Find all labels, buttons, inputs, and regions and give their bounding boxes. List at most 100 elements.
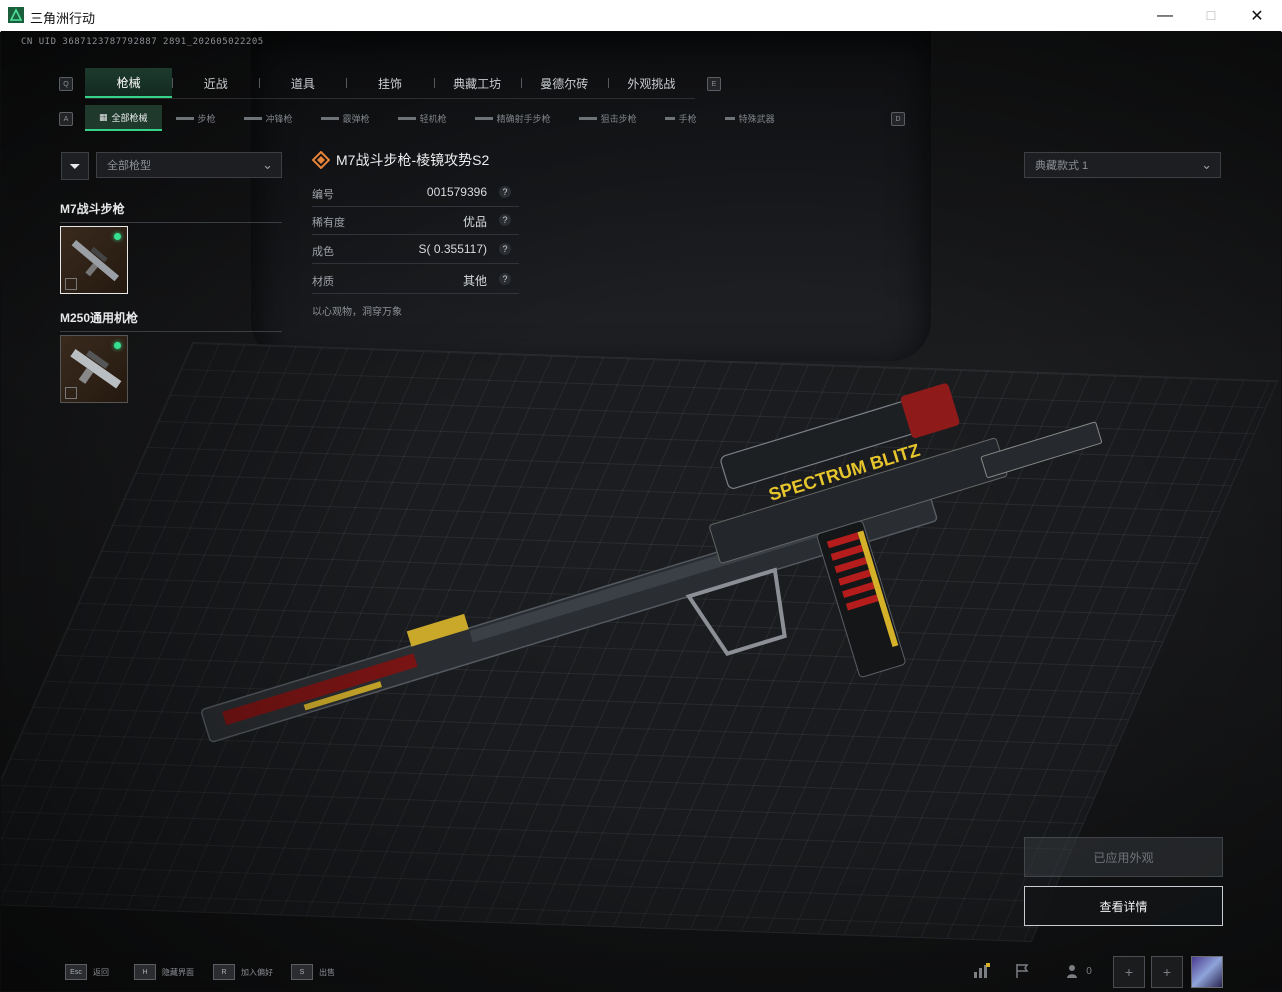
rifle-skin-preview: SPECTRUM BLITZ (200, 383, 1103, 743)
tab-mandel-brick[interactable]: 曼德尔砖 (520, 68, 608, 98)
applied-appearance-button[interactable]: 已应用外观 (1024, 837, 1223, 877)
skin-title: M7战斗步枪-棱镜攻势S2 (312, 150, 489, 170)
skin-description: 以心观物，洞穿万象 (312, 307, 402, 318)
attr-row-material: 材质 其他 ? (312, 267, 519, 294)
subtab-label: 特殊武器 (738, 113, 775, 124)
subtab-shotgun[interactable]: 霰弹枪 (307, 106, 384, 130)
collection-style-value: 典藏款式 1 (1035, 160, 1089, 172)
subtab-label: 狙击步枪 (600, 113, 637, 124)
key-r: R (213, 964, 235, 980)
subtab-rifle[interactable]: 步枪 (162, 106, 230, 130)
equipped-indicator (114, 342, 121, 349)
subtab-smg[interactable]: 冲锋枪 (230, 106, 307, 130)
subtab-dmr[interactable]: 精确射手步枪 (461, 106, 565, 130)
subtab-lmg[interactable]: 轻机枪 (384, 106, 461, 130)
tab-collection-workshop[interactable]: 典藏工坊 (433, 68, 521, 98)
dmr-icon (474, 116, 493, 120)
filter-button[interactable]: ⏷ (61, 152, 89, 180)
hint-add-favorite[interactable]: R 加入偏好 (213, 963, 273, 981)
attr-key: 稀有度 (312, 217, 345, 229)
image-icon (65, 387, 77, 399)
chevron-down-icon: ⌄ (1201, 157, 1212, 172)
special-weapon-icon (724, 116, 735, 120)
image-icon (65, 278, 77, 290)
hint-sell[interactable]: S 出售 (291, 963, 335, 981)
help-icon[interactable]: ? (499, 243, 511, 255)
window-titlebar: 三角洲行动 — ☐ ✕ (0, 0, 1282, 32)
sniper-icon (578, 116, 597, 120)
weapon-type-select[interactable]: 全部枪型 ⌄ (96, 152, 282, 178)
smg-icon (243, 116, 262, 120)
subtab-label: 轻机枪 (419, 113, 447, 124)
weapon-card-m7[interactable] (60, 226, 128, 294)
tab-melee[interactable]: 近战 (172, 68, 259, 98)
team-members-icon[interactable]: 0 (1059, 956, 1099, 986)
subtab-label: 步枪 (197, 113, 216, 124)
collection-style-select[interactable]: 典藏款式 1 ⌄ (1024, 152, 1221, 178)
subtab-pistol[interactable]: 手枪 (651, 106, 711, 130)
tab-charms[interactable]: 挂饰 (346, 68, 433, 98)
lmg-icon (397, 116, 416, 120)
group-title-m7: M7战斗步枪 (60, 200, 282, 223)
attr-value: 001579396 (426, 185, 487, 199)
players-count: 0 (1086, 965, 1092, 977)
weapon-card-m250[interactable] (60, 335, 128, 403)
maximize-button[interactable]: ☐ (1188, 0, 1234, 31)
subtab-label: 冲锋枪 (265, 113, 293, 124)
help-icon[interactable]: ? (499, 186, 511, 198)
tab-items[interactable]: 道具 (259, 68, 346, 98)
help-icon[interactable]: ? (499, 273, 511, 285)
hint-label: 隐藏界面 (162, 967, 194, 977)
close-button[interactable]: ✕ (1234, 0, 1280, 31)
game-viewport: SPECTRUM BLITZ CN UID 3687123787792887 2… (1, 31, 1281, 991)
hint-label: 加入偏好 (241, 967, 273, 977)
attr-key: 编号 (312, 189, 334, 201)
tab-guns[interactable]: 枪械 (85, 68, 173, 98)
add-slot-button[interactable]: + (1151, 956, 1183, 988)
weapon-type-select-value: 全部枪型 (107, 160, 151, 172)
pistol-icon (664, 116, 675, 120)
attr-value: 其他 (462, 274, 487, 288)
tab-appearance-challenge[interactable]: 外观挑战 (607, 68, 695, 98)
stats-icon[interactable] (967, 956, 997, 986)
subtab-label: 全部枪械 (111, 112, 148, 123)
subtab-label: 精确射手步枪 (496, 113, 551, 124)
subtab-special[interactable]: 特殊武器 (711, 106, 789, 130)
subtab-label: 手枪 (678, 113, 697, 124)
attr-row-rarity: 稀有度 优品 ? (312, 208, 519, 235)
attr-row-wear: 成色 S( 0.355117) ? (312, 237, 519, 264)
grid-icon: ▦ (99, 111, 108, 122)
subtab-label: 霰弹枪 (342, 113, 370, 124)
hint-hide-ui[interactable]: H 隐藏界面 (134, 963, 194, 981)
key-hint-e: E (707, 77, 721, 91)
flag-icon[interactable] (1007, 956, 1037, 986)
key-hint-d: D (891, 112, 905, 126)
view-details-button[interactable]: 查看详情 (1024, 886, 1223, 926)
attr-key: 材质 (312, 276, 334, 288)
attr-value: 优品 (462, 215, 487, 229)
filter-icon: ⏷ (69, 157, 81, 174)
key-s: S (291, 964, 313, 980)
key-hint-a: A (59, 112, 73, 126)
subtab-sniper[interactable]: 狙击步枪 (565, 106, 651, 130)
key-esc: Esc (65, 964, 87, 980)
shotgun-icon (320, 116, 339, 120)
rarity-diamond-icon (312, 151, 330, 169)
player-uid: CN UID 3687123787792887 2891_20260502220… (21, 37, 264, 47)
chevron-down-icon: ⌄ (262, 157, 273, 172)
key-h: H (134, 964, 156, 980)
hint-back[interactable]: Esc 返回 (65, 963, 109, 981)
main-tab-bar: 枪械 近战 道具 挂饰 典藏工坊 曼德尔砖 外观挑战 (85, 68, 695, 99)
app-logo-icon (8, 7, 24, 23)
add-slot-button[interactable]: + (1113, 956, 1145, 988)
equipped-indicator (114, 233, 121, 240)
help-icon[interactable]: ? (499, 214, 511, 226)
minimize-button[interactable]: — (1142, 0, 1188, 31)
player-avatar[interactable] (1191, 956, 1223, 988)
hint-label: 出售 (319, 967, 335, 977)
key-hint-q: Q (59, 77, 73, 91)
hint-label: 返回 (93, 967, 109, 977)
group-title-m250: M250通用机枪 (60, 309, 282, 332)
window-title: 三角洲行动 (30, 11, 96, 26)
subtab-all-guns[interactable]: ▦ 全部枪械 (85, 105, 162, 131)
